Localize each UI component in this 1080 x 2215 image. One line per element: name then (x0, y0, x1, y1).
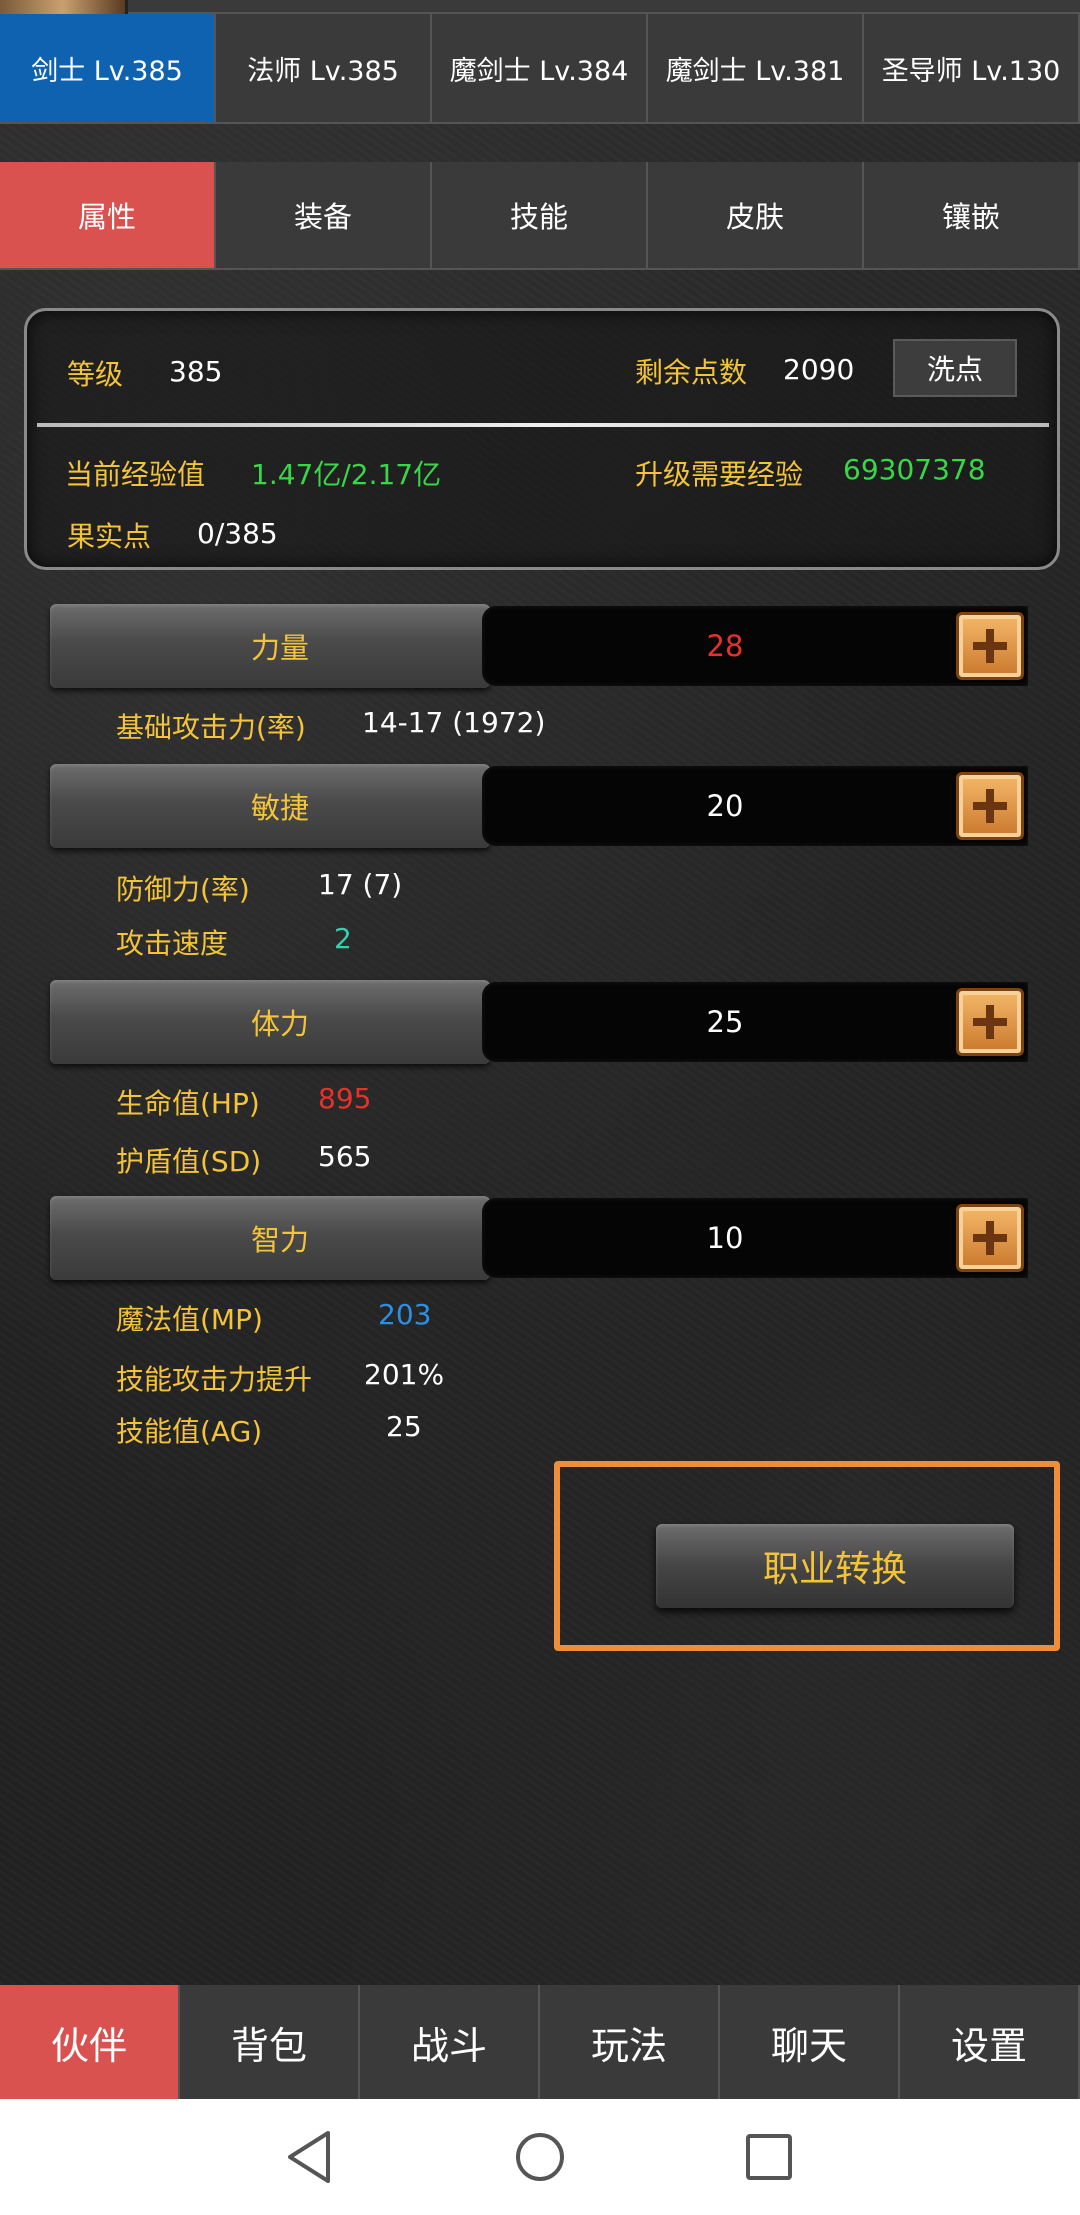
class-change-button[interactable]: 职业转换 (656, 1524, 1014, 1608)
character-avatar[interactable] (0, 0, 128, 14)
detail-value: 2 (334, 922, 352, 955)
nav-battle[interactable]: 战斗 (360, 1985, 540, 2099)
stat-detail-line: 技能攻击力提升 201% (116, 1358, 716, 1396)
add-agility-button[interactable] (956, 772, 1024, 840)
stat-detail-line: 攻击速度 2 (116, 922, 716, 960)
stat-label-plate: 敏捷 (50, 764, 490, 848)
stat-row-stamina: 体力 25 (50, 980, 1030, 1064)
current-exp-label: 当前经验值 (65, 458, 206, 491)
detail-value: 17 (7) (318, 868, 403, 901)
stat-name: 智力 (250, 1223, 309, 1257)
stat-row-agility: 敏捷 20 (50, 764, 1030, 848)
bottom-nav: 伙伴 背包 战斗 玩法 聊天 设置 (0, 1985, 1080, 2099)
home-icon[interactable] (514, 2129, 566, 2185)
tab-inlay[interactable]: 镶嵌 (864, 162, 1080, 270)
stat-name: 敏捷 (250, 791, 309, 825)
detail-value: 201% (364, 1358, 445, 1391)
stat-value: 25 (706, 1005, 744, 1039)
detail-value: 895 (318, 1082, 372, 1115)
add-strength-button[interactable] (956, 612, 1024, 680)
fruit-points-value: 0/385 (197, 517, 278, 550)
stat-value: 10 (706, 1221, 744, 1255)
stat-detail-line: 技能值(AG) 25 (116, 1410, 716, 1448)
stat-label-plate: 力量 (50, 604, 490, 688)
detail-label: 攻击速度 (116, 927, 229, 960)
stat-label-plate: 智力 (50, 1196, 490, 1280)
stat-detail-line: 基础攻击力(率) 14-17 (1972) (116, 706, 716, 744)
detail-value: 203 (378, 1298, 432, 1331)
nav-bag[interactable]: 背包 (180, 1985, 360, 2099)
detail-value: 25 (386, 1410, 422, 1443)
stat-row-energy: 智力 10 (50, 1196, 1030, 1280)
stat-detail-line: 护盾值(SD) 565 (116, 1140, 716, 1178)
nav-chat[interactable]: 聊天 (720, 1985, 900, 2099)
stat-detail-line: 魔法值(MP) 203 (116, 1298, 716, 1336)
stat-detail-line: 生命值(HP) 895 (116, 1082, 716, 1120)
add-stamina-button[interactable] (956, 988, 1024, 1056)
remaining-points-label: 剩余点数 (635, 356, 748, 389)
level-value: 385 (169, 355, 223, 388)
nav-settings[interactable]: 设置 (900, 1985, 1080, 2099)
top-strip (0, 0, 1080, 14)
remaining-points-value: 2090 (783, 353, 855, 386)
detail-value: 565 (318, 1140, 372, 1173)
current-exp-value: 1.47亿/2.17亿 (251, 458, 442, 491)
system-navigation-bar (0, 2099, 1080, 2215)
stat-label-plate: 体力 (50, 980, 490, 1064)
add-energy-button[interactable] (956, 1204, 1024, 1272)
detail-label: 防御力(率) (116, 873, 250, 906)
tab-skills[interactable]: 技能 (432, 162, 648, 270)
next-level-exp-label: 升级需要经验 (635, 458, 804, 491)
stat-value-box: 10 (482, 1198, 1028, 1278)
nav-partner[interactable]: 伙伴 (0, 1985, 180, 2099)
tab-class-swordsman[interactable]: 剑士 Lv.385 (0, 14, 216, 124)
detail-label: 护盾值(SD) (116, 1145, 262, 1178)
stat-value: 20 (706, 789, 744, 823)
character-info-panel: 等级 385 剩余点数 2090 洗点 当前经验值 1.47亿/2.17亿 升级… (24, 308, 1060, 570)
stat-value-box: 28 (482, 606, 1028, 686)
reset-points-button[interactable]: 洗点 (893, 339, 1017, 397)
panel-divider (37, 423, 1049, 427)
stat-name: 体力 (250, 1007, 309, 1041)
tab-class-mage[interactable]: 法师 Lv.385 (216, 14, 432, 124)
tab-class-magic-gladiator-2[interactable]: 魔剑士 Lv.381 (648, 14, 864, 124)
tab-attributes[interactable]: 属性 (0, 162, 216, 270)
class-tabs: 剑士 Lv.385 法师 Lv.385 魔剑士 Lv.384 魔剑士 Lv.38… (0, 14, 1080, 124)
detail-label: 技能攻击力提升 (116, 1363, 313, 1396)
fruit-points-label: 果实点 (67, 520, 152, 553)
detail-label: 魔法值(MP) (116, 1303, 263, 1336)
detail-label: 基础攻击力(率) (116, 711, 306, 744)
stat-value-box: 25 (482, 982, 1028, 1062)
detail-value: 14-17 (1972) (362, 706, 546, 739)
recents-icon[interactable] (744, 2129, 794, 2185)
next-level-exp-value: 69307378 (843, 453, 986, 486)
tab-class-magic-gladiator-1[interactable]: 魔剑士 Lv.384 (432, 14, 648, 124)
tab-skins[interactable]: 皮肤 (648, 162, 864, 270)
sub-tabs: 属性 装备 技能 皮肤 镶嵌 (0, 162, 1080, 270)
back-icon[interactable] (284, 2129, 334, 2185)
stat-detail-line: 防御力(率) 17 (7) (116, 868, 716, 906)
tab-equipment[interactable]: 装备 (216, 162, 432, 270)
nav-gameplay[interactable]: 玩法 (540, 1985, 720, 2099)
level-label: 等级 (67, 358, 124, 391)
detail-label: 生命值(HP) (116, 1087, 260, 1120)
stat-name: 力量 (250, 631, 309, 665)
stat-row-strength: 力量 28 (50, 604, 1030, 688)
stat-value: 28 (706, 629, 744, 663)
tab-class-dark-lord[interactable]: 圣导师 Lv.130 (864, 14, 1080, 124)
detail-label: 技能值(AG) (116, 1415, 263, 1448)
stat-value-box: 20 (482, 766, 1028, 846)
